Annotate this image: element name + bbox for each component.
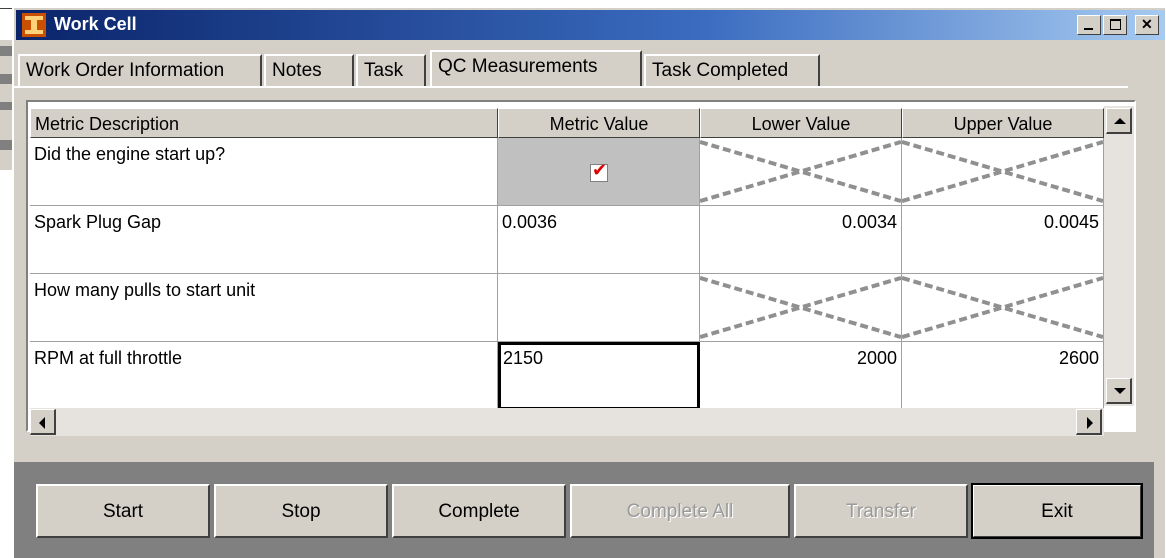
title-bar[interactable]: Work Cell [16, 10, 1165, 40]
complete-button[interactable]: Complete [392, 484, 566, 538]
not-applicable-cross-icon [700, 140, 901, 203]
cell-upper-value: 2600 [902, 342, 1104, 410]
tab-notes[interactable]: Notes [264, 54, 354, 86]
background-line [0, 8, 12, 9]
tab-work-order-information[interactable]: Work Order Information [18, 54, 262, 86]
minimize-icon[interactable] [1077, 15, 1101, 35]
scroll-right-button[interactable] [1076, 409, 1102, 435]
window-title: Work Cell [54, 14, 137, 34]
scroll-left-button[interactable] [30, 409, 56, 435]
cell-upper-value-disabled [902, 138, 1104, 206]
cell-upper-value-disabled [902, 274, 1104, 342]
not-applicable-cross-icon [700, 276, 901, 339]
exit-button[interactable]: Exit [971, 483, 1143, 539]
stop-button[interactable]: Stop [214, 484, 388, 538]
tab-qc-measurements[interactable]: QC Measurements [430, 50, 642, 86]
qc-measurements-grid[interactable]: Metric Description Metric Value Lower Va… [26, 100, 1136, 432]
arrow-up-icon [1114, 118, 1126, 124]
start-button[interactable]: Start [36, 484, 210, 538]
tab-task-completed[interactable]: Task Completed [644, 54, 820, 86]
maximize-icon[interactable] [1103, 15, 1127, 35]
cell-description[interactable]: How many pulls to start unit [30, 274, 498, 342]
scroll-down-button[interactable] [1106, 378, 1132, 404]
transfer-button[interactable]: Transfer [794, 484, 968, 538]
cell-description[interactable]: RPM at full throttle [30, 342, 498, 410]
cell-lower-value: 2000 [700, 342, 902, 410]
cell-upper-value: 0.0045 [902, 206, 1104, 274]
close-icon[interactable] [1135, 15, 1159, 35]
scroll-up-button[interactable] [1106, 108, 1132, 134]
column-header-upper-value[interactable]: Upper Value [902, 108, 1104, 138]
arrow-down-icon [1114, 388, 1126, 394]
not-applicable-cross-icon [902, 276, 1103, 339]
arrow-right-icon [1087, 417, 1093, 429]
cell-metric-value[interactable]: 0.0036 [498, 206, 700, 274]
complete-all-button[interactable]: Complete All [570, 484, 790, 538]
vertical-scrollbar[interactable] [1104, 106, 1134, 406]
cell-lower-value-disabled [700, 138, 902, 206]
cell-lower-value: 0.0034 [700, 206, 902, 274]
arrow-left-icon [39, 417, 45, 429]
cell-description[interactable]: Spark Plug Gap [30, 206, 498, 274]
cell-lower-value-disabled [700, 274, 902, 342]
cell-description[interactable]: Did the engine start up? [30, 138, 498, 206]
cell-metric-value[interactable] [498, 138, 700, 206]
tab-task[interactable]: Task [356, 54, 426, 86]
checkbox-checked-icon[interactable] [590, 160, 608, 182]
column-header-lower-value[interactable]: Lower Value [700, 108, 902, 138]
tab-panel-border [14, 86, 1128, 88]
app-logo-icon [22, 13, 46, 37]
horizontal-scrollbar[interactable] [30, 408, 1104, 436]
column-header-metric-description[interactable]: Metric Description [30, 108, 498, 138]
not-applicable-cross-icon [902, 140, 1103, 203]
cell-metric-value-focused[interactable]: 2150 [498, 342, 700, 410]
column-header-metric-value[interactable]: Metric Value [498, 108, 700, 138]
cell-metric-value[interactable] [498, 274, 700, 342]
